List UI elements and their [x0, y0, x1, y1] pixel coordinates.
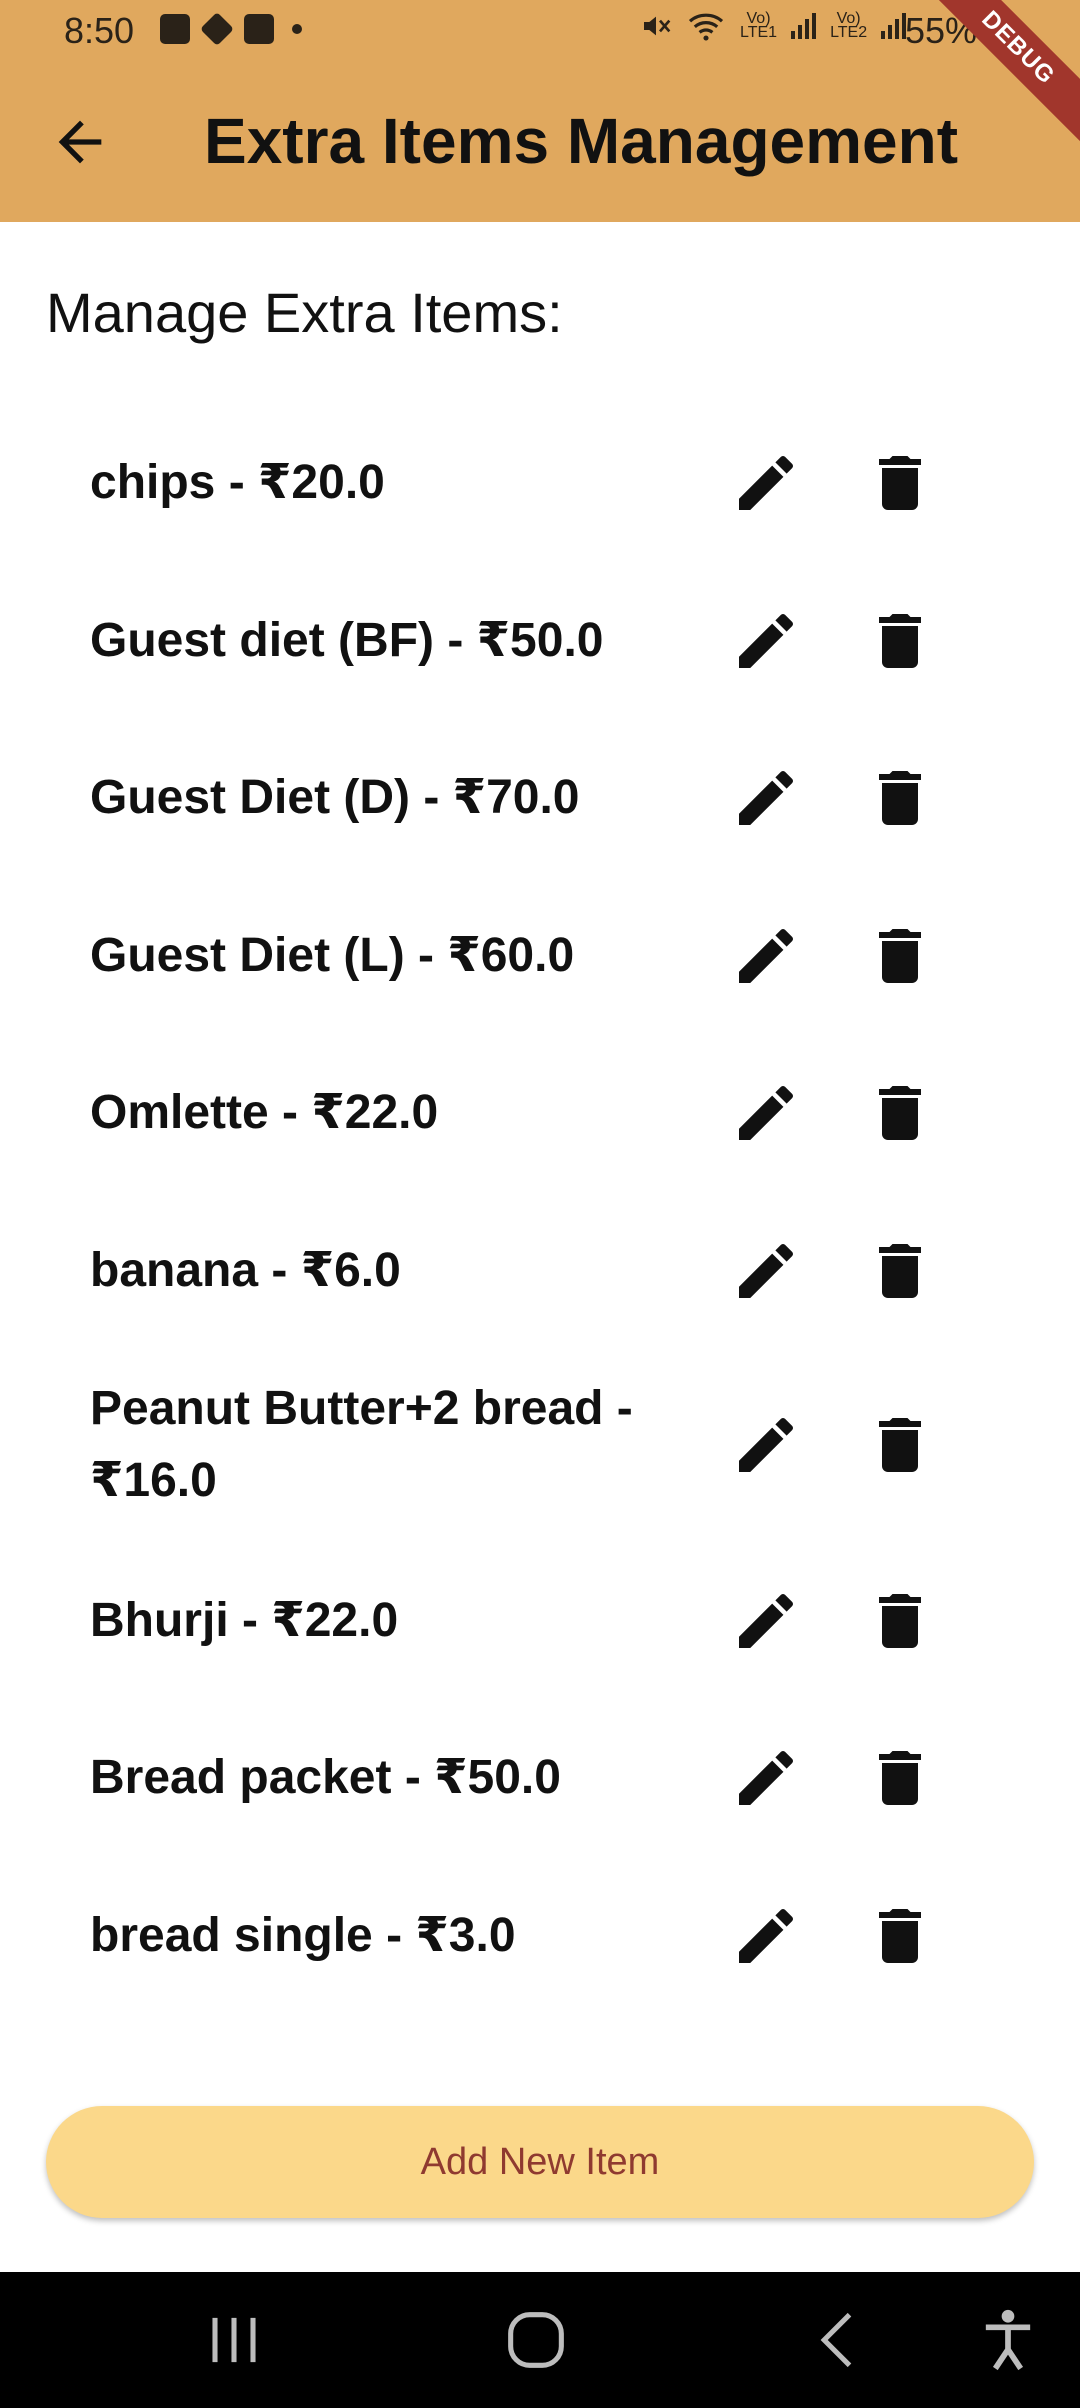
- delete-icon[interactable]: [864, 1235, 936, 1307]
- wifi-icon: [688, 13, 724, 41]
- delete-icon[interactable]: [864, 1900, 936, 1972]
- arrow-back-icon[interactable]: [48, 110, 112, 174]
- sim1-label: Vo) LTE1: [740, 10, 778, 41]
- edit-icon[interactable]: [730, 920, 802, 992]
- edit-icon[interactable]: [730, 605, 802, 677]
- item-label: chips - ₹20.0: [90, 456, 385, 509]
- gallery-icon: [160, 14, 190, 44]
- more-notifications-icon: [292, 24, 302, 34]
- section-heading: Manage Extra Items:: [46, 281, 563, 344]
- delete-icon[interactable]: [864, 1585, 936, 1657]
- delete-icon[interactable]: [864, 1409, 936, 1481]
- app-bar: 8:50 Vo) LTE1 Vo) LTE2 55% DEBUG Extra I…: [0, 0, 1080, 222]
- home-icon[interactable]: [498, 2302, 574, 2378]
- delete-icon[interactable]: [864, 920, 936, 992]
- signal-icon-1: [791, 13, 817, 39]
- delete-icon[interactable]: [864, 447, 936, 519]
- item-label: Guest diet (BF) - ₹50.0: [90, 614, 604, 667]
- delete-icon[interactable]: [864, 1077, 936, 1149]
- mute-icon: [644, 16, 671, 36]
- delete-icon[interactable]: [864, 605, 936, 677]
- item-label: bread single - ₹3.0: [90, 1909, 516, 1962]
- edit-icon[interactable]: [730, 1235, 802, 1307]
- edit-icon[interactable]: [730, 1077, 802, 1149]
- back-nav-icon[interactable]: [802, 2302, 878, 2378]
- accessibility-icon[interactable]: [970, 2302, 1046, 2378]
- add-new-item-button[interactable]: Add New Item: [46, 2106, 1034, 2218]
- status-time: 8:50: [64, 10, 135, 51]
- system-nav-bar: [0, 2272, 1080, 2408]
- sim2-label: Vo) LTE2: [830, 10, 868, 41]
- delete-icon[interactable]: [864, 1742, 936, 1814]
- system-icons: Vo) LTE1 Vo) LTE2: [640, 10, 907, 42]
- edit-icon[interactable]: [730, 1585, 802, 1657]
- linkedin-icon: [244, 14, 274, 44]
- item-label: Bread packet - ₹50.0: [90, 1751, 561, 1804]
- page-title: Extra Items Management: [204, 105, 959, 177]
- item-label: Guest Diet (L) - ₹60.0: [90, 929, 575, 982]
- edit-icon[interactable]: [730, 1409, 802, 1481]
- item-label: Bhurji - ₹22.0: [90, 1594, 399, 1647]
- edit-icon[interactable]: [730, 1742, 802, 1814]
- signal-icon-2: [881, 13, 907, 39]
- item-label: Peanut Butter+2 bread - ₹16.0: [90, 1382, 633, 1507]
- status-bar: 8:50 Vo) LTE1 Vo) LTE2 55%: [0, 0, 1080, 62]
- item-label: banana - ₹6.0: [90, 1244, 401, 1297]
- edit-icon[interactable]: [730, 762, 802, 834]
- edit-icon[interactable]: [730, 447, 802, 519]
- ticket-icon: [200, 12, 234, 46]
- item-label: Guest Diet (D) - ₹70.0: [90, 771, 580, 824]
- recent-apps-icon[interactable]: [196, 2302, 272, 2378]
- delete-icon[interactable]: [864, 762, 936, 834]
- notification-icons: [160, 12, 302, 46]
- item-label: Omlette - ₹22.0: [90, 1086, 439, 1139]
- edit-icon[interactable]: [730, 1900, 802, 1972]
